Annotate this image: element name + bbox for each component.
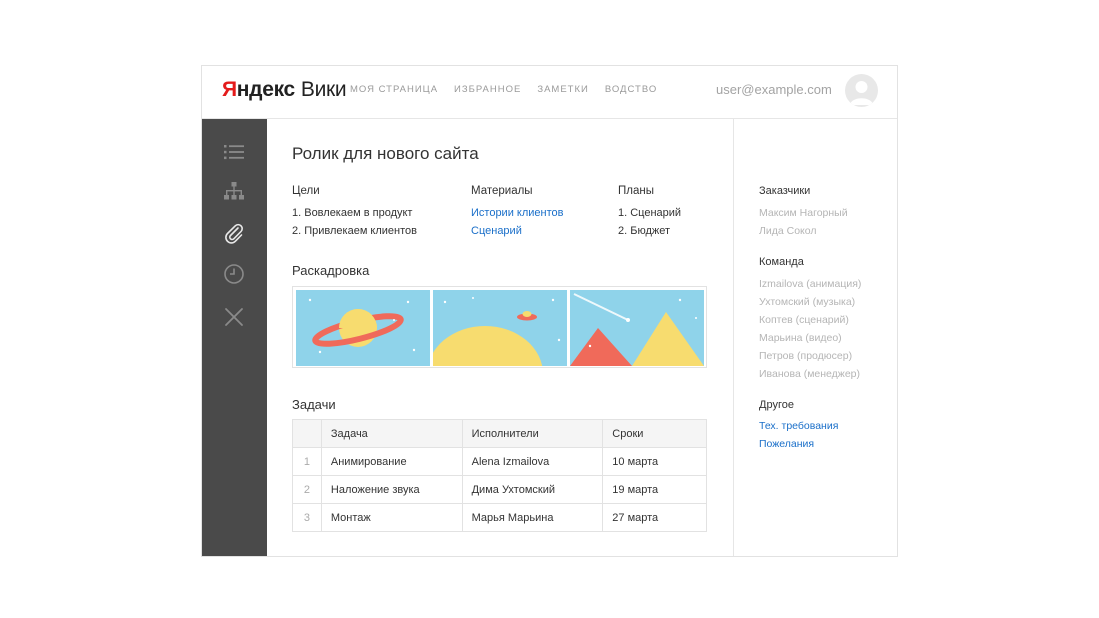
deadline-cell[interactable]: 27 марта: [602, 503, 707, 532]
table-row[interactable]: 2 Наложение звука Дима Ухтомский 19 март…: [292, 475, 707, 504]
storyboard: [292, 286, 707, 368]
plan-item: 1. Сценарий: [618, 207, 682, 219]
tasks-title: Задачи: [292, 397, 336, 412]
team-heading: Команда: [759, 256, 804, 268]
assignee-cell[interactable]: Дима Ухтомский: [461, 475, 604, 504]
table-header-row: Задача Исполнители Сроки: [292, 419, 707, 448]
material-link-script[interactable]: Сценарий: [471, 225, 522, 237]
client-item[interactable]: Лида Сокол: [759, 225, 817, 237]
storyboard-frame-planet[interactable]: [296, 290, 430, 366]
list-icon[interactable]: [223, 141, 245, 163]
storyboard-frame-ufo[interactable]: [433, 290, 567, 366]
task-cell[interactable]: Анимирование: [320, 447, 463, 476]
clock-icon[interactable]: [223, 263, 245, 285]
avatar[interactable]: [845, 74, 878, 107]
header: Яндекс Вики Моя страница Избранное Заметк…: [202, 66, 897, 119]
clients-heading: Заказчики: [759, 185, 811, 197]
storyboard-title: Раскадровка: [292, 263, 370, 278]
material-link-client-stories[interactable]: Истории клиентов: [471, 207, 563, 219]
nav-favorites[interactable]: Избранное: [454, 84, 521, 95]
user-silhouette-icon: [850, 81, 873, 105]
wishes-link[interactable]: Пожелания: [759, 438, 814, 450]
main-nav: Моя страница Избранное Заметки водство: [350, 84, 657, 95]
yandex-wiki-logo[interactable]: Яндекс Вики: [222, 78, 347, 102]
task-cell[interactable]: Наложение звука: [320, 475, 463, 504]
row-index: 2: [292, 475, 322, 504]
close-icon[interactable]: [223, 306, 245, 328]
team-member[interactable]: Иванова (менеджер): [759, 368, 860, 380]
team-member[interactable]: Ухтомский (музыка): [759, 296, 855, 308]
assignee-cell[interactable]: Alena Izmailova: [461, 447, 604, 476]
team-member[interactable]: Петров (продюсер): [759, 350, 852, 362]
nav-guide[interactable]: водство: [605, 84, 657, 95]
goals-heading: Цели: [292, 185, 320, 197]
paperclip-icon[interactable]: [223, 222, 245, 244]
plans-heading: Планы: [618, 185, 654, 197]
client-item[interactable]: Максим Нагорный: [759, 207, 848, 219]
row-index: 3: [292, 503, 322, 532]
team-member[interactable]: Izmailova (анимация): [759, 278, 861, 290]
deadline-cell[interactable]: 19 марта: [602, 475, 707, 504]
team-member[interactable]: Коптев (сценарий): [759, 314, 849, 326]
storyboard-frame-comet[interactable]: [570, 290, 704, 366]
plan-item: 2. Бюджет: [618, 225, 671, 237]
materials-heading: Материалы: [471, 185, 533, 197]
nav-my-page[interactable]: Моя страница: [350, 84, 438, 95]
goal-item: 1. Вовлекаем в продукт: [292, 207, 413, 219]
table-row[interactable]: 1 Анимирование Alena Izmailova 10 марта: [292, 447, 707, 476]
team-member[interactable]: Марьина (видео): [759, 332, 842, 344]
wiki-window: Яндекс Вики Моя страница Избранное Заметк…: [201, 65, 898, 557]
sitemap-icon[interactable]: [223, 181, 245, 203]
row-index: 1: [292, 447, 322, 476]
column-header-index: [292, 419, 322, 448]
right-panel: Заказчики Максим Нагорный Лида Сокол Ком…: [733, 119, 897, 556]
deadline-cell[interactable]: 10 марта: [602, 447, 707, 476]
tech-requirements-link[interactable]: Тех. требования: [759, 420, 838, 432]
task-cell[interactable]: Монтаж: [320, 503, 463, 532]
main-content: Ролик для нового сайта Цели 1. Вовлекаем…: [267, 119, 733, 556]
tasks-table: Задача Исполнители Сроки 1 Анимирование …: [292, 419, 707, 532]
column-header-deadline[interactable]: Сроки: [602, 419, 707, 448]
sidebar: [202, 119, 267, 556]
column-header-assignees[interactable]: Исполнители: [461, 419, 604, 448]
page-title: Ролик для нового сайта: [292, 144, 479, 163]
column-header-task[interactable]: Задача: [320, 419, 463, 448]
table-row[interactable]: 3 Монтаж Марья Марьина 27 марта: [292, 503, 707, 532]
other-heading: Другое: [759, 399, 794, 411]
user-email[interactable]: user@example.com: [716, 82, 832, 97]
nav-notes[interactable]: Заметки: [537, 84, 589, 95]
goal-item: 2. Привлекаем клиентов: [292, 225, 418, 237]
assignee-cell[interactable]: Марья Марьина: [461, 503, 604, 532]
